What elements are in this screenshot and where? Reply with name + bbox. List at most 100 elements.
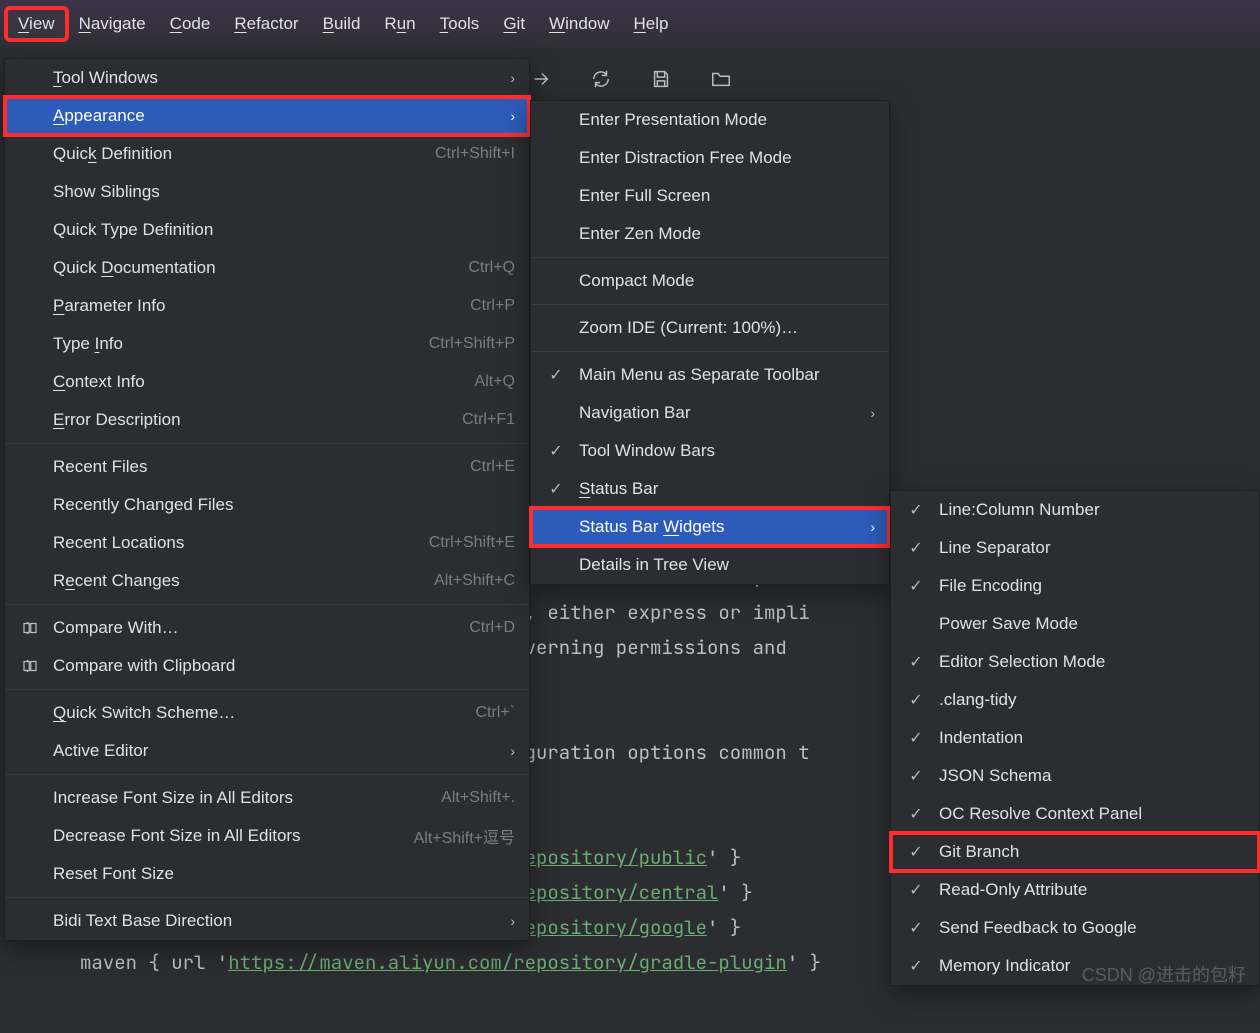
view-item-show-siblings[interactable]: Show Siblings: [5, 173, 529, 211]
widget-item-line-separator[interactable]: ✓Line Separator: [891, 529, 1259, 567]
menu-item-label: OC Resolve Context Panel: [939, 804, 1245, 824]
menu-item-label: Git Branch: [939, 842, 1245, 862]
menu-item-label: Power Save Mode: [939, 614, 1245, 634]
view-item-type-info[interactable]: Type InfoCtrl+Shift+P: [5, 325, 529, 363]
shortcut-label: Alt+Shift+.: [441, 789, 515, 807]
check-icon: ✓: [905, 728, 927, 748]
view-item-compare-with-clipboard[interactable]: Compare with Clipboard: [5, 647, 529, 685]
appearance-item-compact-mode[interactable]: Compact Mode: [531, 262, 889, 300]
appearance-item-enter-distraction-free-mode[interactable]: Enter Distraction Free Mode: [531, 139, 889, 177]
appearance-item-tool-window-bars[interactable]: ✓Tool Window Bars: [531, 432, 889, 470]
appearance-item-details-in-tree-view[interactable]: Details in Tree View: [531, 546, 889, 584]
view-item-recently-changed-files[interactable]: Recently Changed Files: [5, 486, 529, 524]
chevron-right-icon: ›: [510, 913, 515, 929]
menu-item-label: Decrease Font Size in All Editors: [53, 826, 414, 846]
menu-item-label: Increase Font Size in All Editors: [53, 788, 441, 808]
appearance-item-status-bar-widgets[interactable]: Status Bar Widgets›: [531, 508, 889, 546]
widget-item-indentation[interactable]: ✓Indentation: [891, 719, 1259, 757]
view-item-quick-switch-scheme-[interactable]: Quick Switch Scheme…Ctrl+`: [5, 694, 529, 732]
menu-item-label: Enter Distraction Free Mode: [579, 148, 875, 168]
view-item-recent-files[interactable]: Recent FilesCtrl+E: [5, 448, 529, 486]
check-icon: ✓: [545, 441, 567, 461]
menu-run[interactable]: Run: [372, 8, 427, 40]
menu-view[interactable]: View: [6, 8, 67, 40]
appearance-item-navigation-bar[interactable]: Navigation Bar›: [531, 394, 889, 432]
widget-item-json-schema[interactable]: ✓JSON Schema: [891, 757, 1259, 795]
menu-help[interactable]: Help: [622, 8, 681, 40]
check-icon: ✓: [909, 918, 922, 938]
folder-icon[interactable]: [710, 68, 732, 95]
check-icon: ✓: [909, 880, 922, 900]
view-item-tool-windows[interactable]: Tool Windows›: [5, 59, 529, 97]
menu-item-label: Parameter Info: [53, 296, 470, 316]
menu-git[interactable]: Git: [491, 8, 537, 40]
menu-item-label: Quick Definition: [53, 144, 435, 164]
view-item-quick-documentation[interactable]: Quick DocumentationCtrl+Q: [5, 249, 529, 287]
widget-item-file-encoding[interactable]: ✓File Encoding: [891, 567, 1259, 605]
widget-item--clang-tidy[interactable]: ✓.clang-tidy: [891, 681, 1259, 719]
check-icon: ✓: [909, 728, 922, 748]
sync-icon[interactable]: [590, 68, 612, 95]
check-icon: ✓: [909, 766, 922, 786]
widget-item-line-column-number[interactable]: ✓Line:Column Number: [891, 491, 1259, 529]
menu-tools[interactable]: Tools: [428, 8, 492, 40]
view-item-compare-with-[interactable]: Compare With…Ctrl+D: [5, 609, 529, 647]
forward-icon[interactable]: [530, 68, 552, 95]
menubar: ViewNavigateCodeRefactorBuildRunToolsGit…: [0, 0, 1260, 48]
widget-item-oc-resolve-context-panel[interactable]: ✓ OC Resolve Context Panel: [891, 795, 1259, 833]
menu-item-label: Recent Locations: [53, 533, 429, 553]
widget-item-read-only-attribute[interactable]: ✓Read-Only Attribute: [891, 871, 1259, 909]
check-icon: ✓: [905, 538, 927, 558]
appearance-item-enter-full-screen[interactable]: Enter Full Screen: [531, 177, 889, 215]
view-item-recent-locations[interactable]: Recent LocationsCtrl+Shift+E: [5, 524, 529, 562]
appearance-item-enter-presentation-mode[interactable]: Enter Presentation Mode: [531, 101, 889, 139]
appearance-item-enter-zen-mode[interactable]: Enter Zen Mode: [531, 215, 889, 253]
appearance-item-status-bar[interactable]: ✓Status Bar: [531, 470, 889, 508]
menu-item-label: Status Bar: [579, 479, 875, 499]
appearance-item-main-menu-as-separate-toolbar[interactable]: ✓Main Menu as Separate Toolbar: [531, 356, 889, 394]
view-item-appearance[interactable]: Appearance›: [5, 97, 529, 135]
menu-item-label: Navigation Bar: [579, 403, 862, 423]
menu-navigate[interactable]: Navigate: [67, 8, 158, 40]
view-item-error-description[interactable]: Error DescriptionCtrl+F1: [5, 401, 529, 439]
view-item-quick-definition[interactable]: Quick DefinitionCtrl+Shift+I: [5, 135, 529, 173]
view-item-recent-changes[interactable]: Recent ChangesAlt+Shift+C: [5, 562, 529, 600]
view-item-decrease-font-size-in-all-editors[interactable]: Decrease Font Size in All EditorsAlt+Shi…: [5, 817, 529, 855]
menu-item-label: Quick Documentation: [53, 258, 468, 278]
view-item-quick-type-definition[interactable]: Quick Type Definition: [5, 211, 529, 249]
menu-window[interactable]: Window: [537, 8, 621, 40]
view-item-reset-font-size[interactable]: Reset Font Size: [5, 855, 529, 893]
check-icon: ✓: [909, 804, 922, 824]
menu-item-label: Type Info: [53, 334, 429, 354]
check-icon: ✓: [549, 441, 562, 461]
widget-item-editor-selection-mode[interactable]: ✓Editor Selection Mode: [891, 643, 1259, 681]
menu-item-label: Recently Changed Files: [53, 495, 515, 515]
view-item-parameter-info[interactable]: Parameter InfoCtrl+P: [5, 287, 529, 325]
widget-item-send-feedback-to-google[interactable]: ✓ Send Feedback to Google: [891, 909, 1259, 947]
menu-item-label: Context Info: [53, 372, 475, 392]
view-item-context-info[interactable]: Context InfoAlt+Q: [5, 363, 529, 401]
menu-item-label: Editor Selection Mode: [939, 652, 1245, 672]
shortcut-label: Ctrl+Shift+I: [435, 145, 515, 163]
menu-item-label: Status Bar Widgets: [579, 517, 862, 537]
menu-item-label: Enter Full Screen: [579, 186, 875, 206]
view-item-active-editor[interactable]: Active Editor›: [5, 732, 529, 770]
menu-code[interactable]: Code: [158, 8, 223, 40]
chevron-right-icon: ›: [510, 108, 515, 124]
menu-build[interactable]: Build: [311, 8, 373, 40]
view-item-increase-font-size-in-all-editors[interactable]: Increase Font Size in All EditorsAlt+Shi…: [5, 779, 529, 817]
widget-item-git-branch[interactable]: ✓Git Branch: [891, 833, 1259, 871]
check-icon: ✓: [545, 365, 567, 385]
appearance-item-zoom-ide-current-100-[interactable]: Zoom IDE (Current: 100%)…: [531, 309, 889, 347]
menu-item-label: Details in Tree View: [579, 555, 875, 575]
menu-refactor[interactable]: Refactor: [222, 8, 310, 40]
menu-item-label: Send Feedback to Google: [939, 918, 1245, 938]
menu-item-label: Compact Mode: [579, 271, 875, 291]
save-icon[interactable]: [650, 68, 672, 95]
check-icon: ✓: [909, 538, 922, 558]
compare-icon: [19, 619, 41, 637]
widget-item-power-save-mode[interactable]: Power Save Mode: [891, 605, 1259, 643]
view-menu: Tool Windows›Appearance›Quick Definition…: [4, 58, 530, 941]
menu-item-label: Recent Files: [53, 457, 470, 477]
view-item-bidi-text-base-direction[interactable]: Bidi Text Base Direction›: [5, 902, 529, 940]
